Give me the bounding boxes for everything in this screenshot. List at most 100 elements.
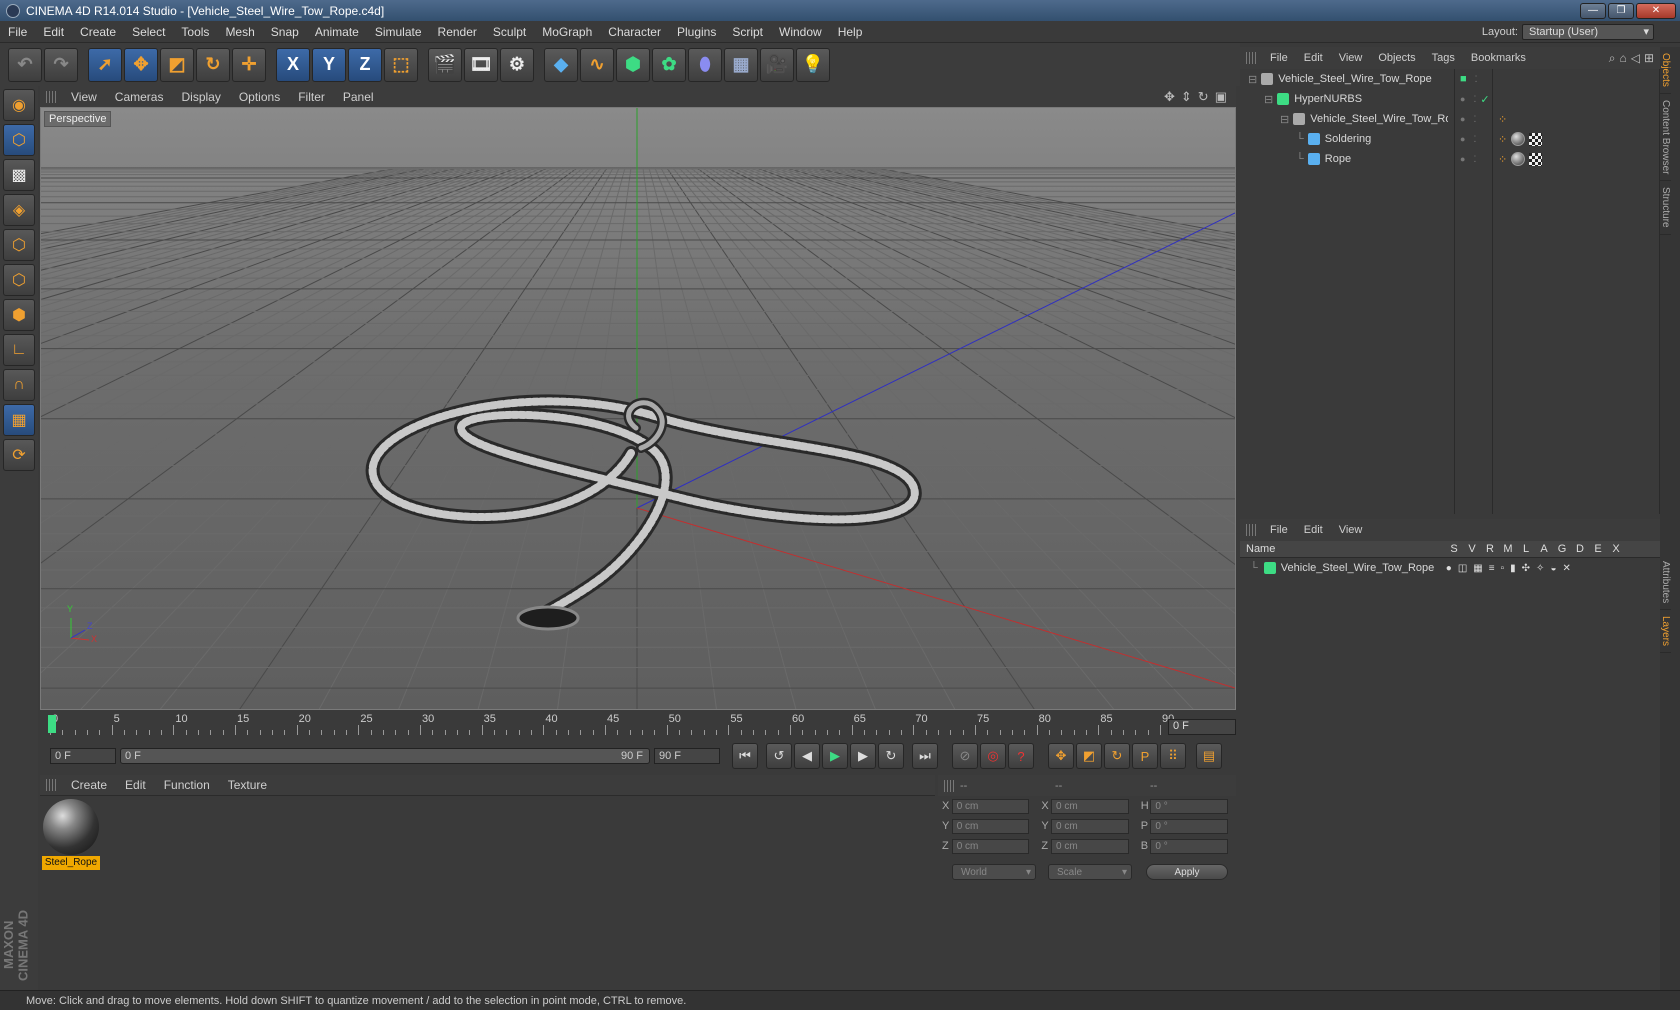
tree-expander-icon[interactable]: ⊟	[1280, 113, 1289, 126]
make-editable-icon[interactable]: ◉	[3, 89, 35, 121]
tab-attributes[interactable]: Attributes	[1660, 555, 1671, 611]
viewport-menu-panel[interactable]: Panel	[334, 90, 383, 104]
object-menu-objects[interactable]: Objects	[1370, 52, 1423, 64]
tree-expander-icon[interactable]: └	[1296, 133, 1304, 145]
material-tag-icon[interactable]	[1511, 132, 1526, 146]
render-dot-icon[interactable]: ⁚	[1475, 74, 1478, 85]
current-frame-field[interactable]: 0 F	[1168, 719, 1236, 735]
material-menu-create[interactable]: Create	[62, 778, 116, 792]
col-s[interactable]: S	[1445, 543, 1463, 555]
menu-animate[interactable]: Animate	[307, 25, 367, 39]
material-menu-texture[interactable]: Texture	[219, 778, 276, 792]
phong-tag-icon[interactable]: ⁘	[1498, 133, 1507, 146]
coordinate-mode-dropdown[interactable]: World ▾	[952, 864, 1036, 880]
x-axis-icon[interactable]: X	[276, 47, 310, 82]
playhead[interactable]	[48, 715, 56, 733]
array-icon[interactable]: ✿	[652, 47, 686, 82]
rotation-field[interactable]: 0 °	[1150, 798, 1229, 814]
menu-mesh[interactable]: Mesh	[217, 25, 262, 39]
col-r[interactable]: R	[1481, 543, 1499, 555]
model-mode-icon[interactable]: ⬡	[3, 124, 35, 156]
coordinate-system-icon[interactable]: ⬚	[384, 47, 418, 82]
menu-script[interactable]: Script	[724, 25, 771, 39]
z-axis-icon[interactable]: Z	[348, 47, 382, 82]
orbit-icon[interactable]: ↻	[1198, 89, 1209, 105]
camera-icon[interactable]: 🎥	[760, 47, 794, 82]
object-row[interactable]: ⊟ Vehicle_Steel_Wire_Tow_Rope ■ ⁚	[1240, 69, 1659, 89]
undo-icon[interactable]: ↶	[8, 47, 42, 82]
redo-icon[interactable]: ↷	[44, 47, 78, 82]
menu-file[interactable]: File	[0, 25, 35, 39]
keyframe-selection-icon[interactable]: ?	[1008, 743, 1034, 769]
tab-content-browser[interactable]: Content Browser	[1660, 94, 1671, 182]
visibility-dot-icon[interactable]: ●	[1460, 94, 1465, 104]
menu-edit[interactable]: Edit	[35, 25, 72, 39]
key-pla-icon[interactable]: ⠿	[1160, 743, 1186, 769]
object-menu-file[interactable]: File	[1262, 52, 1296, 64]
material-steel-rope[interactable]: Steel_Rope	[42, 798, 100, 870]
viewport-perspective[interactable]: Perspective Y X Z	[40, 107, 1236, 710]
start-frame-field[interactable]: 0 F	[50, 748, 116, 764]
render-settings-icon[interactable]: ⚙	[500, 47, 534, 82]
timeline-ruler[interactable]: 051015202530354045505560657075808590	[48, 713, 1174, 737]
material-menu-function[interactable]: Function	[155, 778, 219, 792]
viewport-menu-options[interactable]: Options	[230, 90, 289, 104]
manager-icon[interactable]: ≡	[1489, 563, 1495, 574]
close-button[interactable]: ✕	[1636, 2, 1676, 19]
render-dot-icon[interactable]: ⁚	[1473, 114, 1476, 125]
layer-menu-file[interactable]: File	[1262, 524, 1296, 536]
prev-frame-icon[interactable]: ◀	[794, 743, 820, 769]
goto-start-icon[interactable]: ⏮	[732, 743, 758, 769]
object-menu-bookmarks[interactable]: Bookmarks	[1463, 52, 1534, 64]
phong-tag-icon[interactable]: ⁘	[1498, 113, 1507, 126]
scale-icon[interactable]: ◩	[160, 47, 194, 82]
home-icon[interactable]: ⌂	[1619, 51, 1626, 65]
locked-workplane-icon[interactable]: ⟳	[3, 439, 35, 471]
back-icon[interactable]: ◁	[1631, 51, 1640, 65]
col-x[interactable]: X	[1607, 543, 1625, 555]
maximize-button[interactable]: ❐	[1608, 2, 1634, 19]
menu-mograph[interactable]: MoGraph	[534, 25, 600, 39]
enabled-check-icon[interactable]: ✓	[1480, 93, 1489, 106]
key-scale-icon[interactable]: ◩	[1076, 743, 1102, 769]
rotate-icon[interactable]: ↻	[196, 47, 230, 82]
axis-mode-icon[interactable]: ∟	[3, 334, 35, 366]
size-field[interactable]: 0 cm	[1051, 818, 1129, 834]
solo-icon[interactable]: ●	[1446, 563, 1452, 574]
menu-simulate[interactable]: Simulate	[367, 25, 430, 39]
floor-icon[interactable]: ▦	[724, 47, 758, 82]
move-icon[interactable]: ✥	[124, 47, 158, 82]
visible-render-icon[interactable]: ▦	[1473, 563, 1482, 574]
dolly-icon[interactable]: ⇕	[1181, 89, 1192, 105]
texture-mode-icon[interactable]: ▩	[3, 159, 35, 191]
object-menu-view[interactable]: View	[1331, 52, 1371, 64]
key-rotation-icon[interactable]: ↻	[1104, 743, 1130, 769]
object-row[interactable]: ⊟Vehicle_Steel_Wire_Tow_Rope●⁚⁘	[1240, 109, 1659, 129]
col-g[interactable]: G	[1553, 543, 1571, 555]
nurbs-icon[interactable]: ⬢	[616, 47, 650, 82]
next-frame-icon[interactable]: ▶	[850, 743, 876, 769]
layer-row[interactable]: └ Vehicle_Steel_Wire_Tow_Rope ● ◫ ▦ ≡ ▫ …	[1240, 558, 1660, 578]
menu-select[interactable]: Select	[124, 25, 173, 39]
xref-icon[interactable]: ✕	[1562, 563, 1570, 574]
locked-icon[interactable]: ▫	[1501, 563, 1505, 574]
position-field[interactable]: 0 cm	[951, 818, 1030, 834]
end-frame-field[interactable]: 90 F	[654, 748, 720, 764]
visibility-dot-icon[interactable]: ●	[1460, 154, 1465, 164]
pan-icon[interactable]: ✥	[1164, 89, 1175, 105]
object-menu-edit[interactable]: Edit	[1296, 52, 1331, 64]
points-mode-icon[interactable]: ⬡	[3, 229, 35, 261]
phong-tag-icon[interactable]: ⁘	[1498, 153, 1507, 166]
material-menu-edit[interactable]: Edit	[116, 778, 155, 792]
generators-icon[interactable]: ✣	[1522, 563, 1530, 574]
render-dot-icon[interactable]: ⁚	[1473, 154, 1476, 165]
play-icon[interactable]: ▶	[822, 743, 848, 769]
maximize-view-icon[interactable]: ▣	[1215, 89, 1227, 105]
animation-icon[interactable]: ▮	[1510, 563, 1516, 574]
polygons-mode-icon[interactable]: ⬢	[3, 299, 35, 331]
cube-icon[interactable]: ◆	[544, 47, 578, 82]
tab-structure[interactable]: Structure	[1660, 181, 1671, 235]
position-field[interactable]: 0 cm	[951, 838, 1030, 854]
layer-color-swatch[interactable]	[1263, 562, 1276, 574]
add-icon[interactable]: ✛	[232, 47, 266, 82]
